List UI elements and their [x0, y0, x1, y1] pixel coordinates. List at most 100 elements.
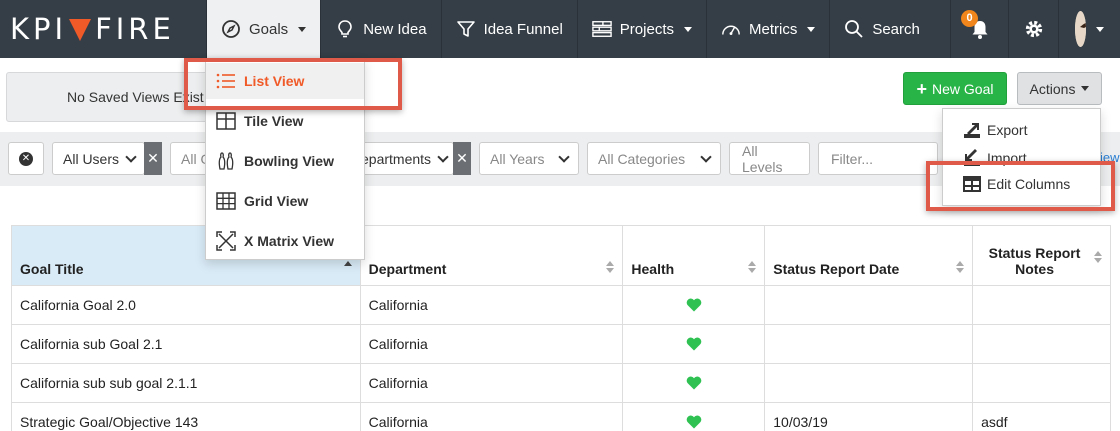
saved-views-panel: No Saved Views Exist	[6, 72, 236, 122]
column-header-status-report-date[interactable]: Status Report Date	[764, 225, 974, 286]
department-cell: California	[359, 363, 624, 403]
menu-item-label: List View	[244, 73, 305, 89]
saved-views-text: No Saved Views Exist	[67, 89, 204, 105]
nav-projects-label: Projects	[619, 20, 674, 38]
nav-new-idea-label: New Idea	[363, 20, 427, 38]
view-link[interactable]: iew	[1100, 150, 1120, 165]
gear-icon	[1024, 19, 1044, 39]
health-cell	[622, 363, 766, 403]
users-filter-value: All Users	[63, 150, 120, 167]
table-icon	[963, 175, 981, 193]
goal-title-cell[interactable]: California Goal 2.0	[11, 285, 361, 325]
chevron-down-icon	[1081, 86, 1090, 91]
chevron-down-icon	[683, 26, 692, 32]
nav-right-group: 0	[950, 0, 1120, 58]
nav-goals-label: Goals	[249, 20, 289, 38]
menu-item-list-view[interactable]: List View	[206, 63, 364, 99]
categories-filter-select[interactable]: All Categories	[587, 142, 721, 175]
clear-filters-button[interactable]: ✕	[8, 142, 44, 175]
users-filter-remove-button[interactable]: ✕	[144, 142, 162, 175]
goal-title-cell[interactable]: California sub Goal 2.1	[11, 324, 361, 364]
categories-filter-value: All Categories	[598, 150, 686, 167]
column-header-department[interactable]: Department	[359, 225, 624, 286]
menu-item-tile-view[interactable]: Tile View	[206, 103, 364, 139]
nav-projects[interactable]: Projects	[576, 0, 706, 58]
nav-goals[interactable]: Goals	[206, 0, 321, 58]
menu-item-export[interactable]: Export	[943, 117, 1100, 143]
sort-icon	[1094, 251, 1102, 263]
nav-new-idea[interactable]: New Idea	[320, 0, 440, 58]
settings-button[interactable]	[1008, 0, 1058, 58]
table-row[interactable]: California sub Goal 2.1 California	[11, 324, 1111, 364]
years-filter-value: All Years	[490, 150, 545, 167]
logo-left-text: KPI	[10, 12, 68, 46]
tile-icon	[216, 111, 236, 131]
export-icon	[963, 121, 981, 139]
actions-button[interactable]: Actions	[1017, 72, 1102, 105]
goal-title-cell[interactable]: Strategic Goal/Objective 143	[11, 402, 361, 431]
status-report-notes-cell: asdf	[972, 402, 1111, 431]
levels-filter-value: All Levels	[742, 142, 783, 175]
years-filter-select[interactable]: All Years	[479, 142, 579, 175]
logo-right-text: FIRE	[95, 12, 175, 46]
notifications-button[interactable]: 0	[950, 0, 1008, 58]
column-header-label: Goal Title	[20, 261, 84, 277]
table-row[interactable]: California Goal 2.0 California	[11, 285, 1111, 325]
goal-title-cell[interactable]: California sub sub goal 2.1.1	[11, 363, 361, 403]
column-header-label: Department	[368, 261, 447, 277]
page: KPI FIRE Goals New Idea Idea Funnel Proj…	[0, 0, 1120, 431]
menu-item-label: Tile View	[244, 113, 304, 129]
column-header-label: Health	[631, 261, 675, 277]
users-filter-select[interactable]: All Users	[52, 142, 145, 175]
user-menu-button[interactable]	[1058, 0, 1120, 58]
levels-filter-select[interactable]: All Levels	[729, 142, 810, 175]
nav-search[interactable]: Search	[829, 0, 934, 58]
health-cell	[622, 402, 766, 431]
menu-item-import[interactable]: Import	[943, 145, 1100, 171]
departments-filter-remove-button[interactable]: ✕	[453, 142, 471, 175]
menu-item-edit-columns[interactable]: Edit Columns	[943, 171, 1100, 197]
x-matrix-icon	[216, 231, 236, 251]
table-row[interactable]: Strategic Goal/Objective 143 California …	[11, 402, 1111, 431]
chevron-down-icon	[1096, 26, 1104, 32]
table-header-row: Goal Title Department Health Status Repo…	[11, 225, 1111, 286]
department-cell: California	[359, 402, 624, 431]
plus-icon: +	[916, 78, 928, 99]
filter-input[interactable]: Filter...	[818, 142, 938, 175]
table-row[interactable]: California sub sub goal 2.1.1 California	[11, 363, 1111, 403]
menu-item-label: X Matrix View	[244, 233, 335, 249]
actions-label: Actions	[1029, 80, 1076, 97]
funnel-icon	[456, 19, 476, 39]
sort-icon	[748, 261, 757, 273]
nav-idea-funnel[interactable]: Idea Funnel	[440, 0, 577, 58]
close-icon: ✕	[456, 150, 468, 166]
gauge-icon	[721, 19, 741, 39]
status-report-date-cell: 10/03/19	[764, 402, 974, 431]
sort-icon	[956, 261, 965, 273]
menu-item-grid-view[interactable]: Grid View	[206, 183, 364, 219]
column-header-health[interactable]: Health	[622, 225, 766, 286]
kpifire-logo[interactable]: KPI FIRE	[0, 0, 206, 58]
heart-icon	[686, 415, 702, 429]
nav-metrics-label: Metrics	[748, 20, 798, 38]
sort-ascending-icon	[343, 261, 352, 273]
department-cell: California	[359, 324, 624, 364]
status-report-date-cell	[764, 324, 974, 364]
menu-item-bowling-view[interactable]: Bowling View	[206, 143, 364, 179]
status-report-notes-cell	[972, 324, 1111, 364]
bowling-pins-icon	[216, 151, 236, 171]
nav-metrics[interactable]: Metrics	[705, 0, 829, 58]
status-report-date-cell	[764, 363, 974, 403]
column-header-status-report-notes[interactable]: Status Report Notes	[972, 225, 1111, 286]
import-icon	[963, 149, 981, 167]
lightbulb-icon	[335, 19, 355, 39]
departments-filter-select[interactable]: epartments	[350, 142, 454, 175]
health-cell	[622, 324, 766, 364]
menu-item-label: Import	[987, 150, 1027, 166]
menu-item-x-matrix-view[interactable]: X Matrix View	[206, 223, 364, 259]
new-goal-label: New Goal	[932, 80, 994, 97]
close-icon: ✕	[147, 150, 159, 166]
new-goal-button[interactable]: + New Goal	[903, 72, 1007, 105]
status-report-notes-cell	[972, 363, 1111, 403]
menu-item-label: Edit Columns	[987, 176, 1071, 192]
